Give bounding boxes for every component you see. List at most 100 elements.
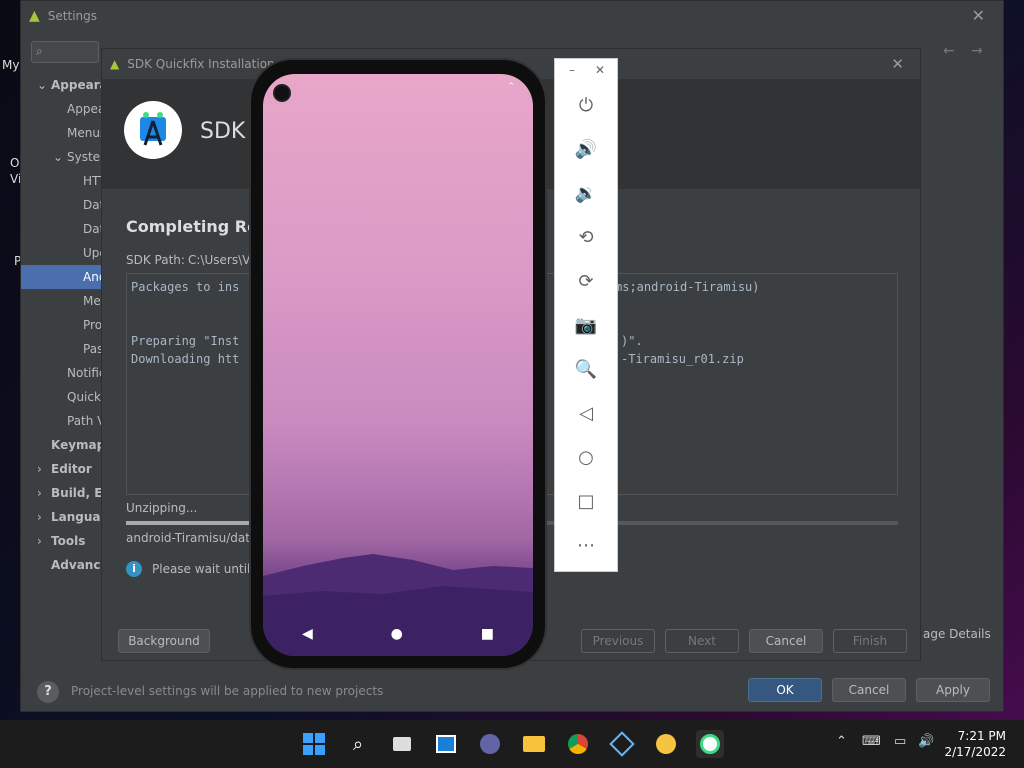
- back-arrow-icon[interactable]: ←: [943, 43, 955, 59]
- status-text: Unzipping...: [126, 501, 198, 515]
- chevron-up-icon[interactable]: ⌃: [836, 734, 847, 749]
- close-icon[interactable]: ✕: [595, 63, 605, 77]
- progress-fill: [126, 521, 250, 525]
- desktop-label: My: [2, 58, 20, 72]
- sidebar-item[interactable]: Appearan: [51, 73, 103, 97]
- status-indicator: ⌃: [507, 82, 515, 92]
- sidebar-item[interactable]: Quick l: [67, 385, 103, 409]
- close-icon[interactable]: ✕: [891, 55, 904, 73]
- sidebar-item[interactable]: Language: [51, 505, 103, 529]
- search-icon: ⌕: [36, 44, 43, 58]
- sidebar-item[interactable]: Notific: [67, 361, 103, 385]
- sidebar-item[interactable]: Pro: [83, 313, 103, 337]
- keyboard-icon[interactable]: ⌨: [862, 734, 881, 749]
- cancel-button[interactable]: Cancel: [749, 629, 823, 653]
- log-line: Downloading htt: [131, 352, 240, 366]
- phone-screen[interactable]: ⌃ ◀ ● ■: [263, 74, 533, 656]
- expand-chevron-icon[interactable]: ›: [37, 457, 49, 481]
- taskbar: ⌕ ⌃ ⌨ ▭ 🔊 7:21 PM 2/17/2022: [0, 720, 1024, 768]
- file-explorer-icon[interactable]: [520, 730, 548, 758]
- current-file: android-Tiramisu/data/: [126, 531, 262, 545]
- nav-recents-icon[interactable]: ■: [481, 626, 494, 642]
- sidebar-item[interactable]: Keymap: [51, 433, 103, 457]
- log-line: -Tiramisu_r01.zip: [621, 352, 744, 366]
- log-line: Packages to ins: [131, 280, 240, 294]
- sidebar-item[interactable]: Menus: [67, 121, 103, 145]
- sidebar-item[interactable]: Upd: [83, 241, 103, 265]
- search-input[interactable]: ⌕: [31, 41, 99, 63]
- expand-chevron-icon[interactable]: ⌄: [37, 73, 49, 97]
- dialog-title: SDK Quickfix Installation: [127, 57, 275, 71]
- minimize-icon[interactable]: –: [569, 63, 575, 77]
- chrome-icon[interactable]: [564, 730, 592, 758]
- forward-arrow-icon[interactable]: →: [971, 43, 983, 59]
- cancel-button[interactable]: Cancel: [832, 678, 906, 702]
- next-button[interactable]: Next: [665, 629, 739, 653]
- expand-chevron-icon[interactable]: ›: [37, 481, 49, 505]
- footer-text: Project-level settings will be applied t…: [71, 684, 384, 698]
- sidebar-item[interactable]: Advanced: [51, 553, 103, 577]
- widgets-icon[interactable]: [432, 730, 460, 758]
- sidebar-item[interactable]: Tools: [51, 529, 103, 553]
- rotate-right-icon[interactable]: ⟳: [555, 263, 617, 299]
- camera-icon[interactable]: 📷: [555, 307, 617, 343]
- android-studio-logo: [124, 101, 182, 159]
- android-studio-taskbar-icon[interactable]: [696, 730, 724, 758]
- sidebar-item[interactable]: Path Va: [67, 409, 103, 433]
- sdk-path-label: SDK Path:: [126, 253, 185, 267]
- log-line: Preparing "Inst: [131, 334, 240, 348]
- sidebar-item[interactable]: System: [67, 145, 103, 169]
- sidebar-item[interactable]: Date: [83, 217, 103, 241]
- zoom-icon[interactable]: 🔍: [555, 351, 617, 387]
- nav-back-icon[interactable]: ◀: [302, 626, 313, 642]
- expand-chevron-icon[interactable]: ›: [37, 529, 49, 553]
- banner-title: SDK: [200, 119, 246, 144]
- emulator-controls: – ✕ ⏻ 🔊 🔉 ⟲ ⟳ 📷 🔍 ◁ ○ □ ⋯: [554, 58, 618, 572]
- sidebar-item[interactable]: And: [21, 265, 103, 289]
- virtualbox-icon[interactable]: [608, 730, 636, 758]
- sidebar-item[interactable]: Appear: [67, 97, 103, 121]
- help-icon[interactable]: ?: [37, 681, 59, 703]
- sidebar-item[interactable]: Mem: [83, 289, 103, 313]
- dialog-heading: Completing Req: [126, 217, 270, 236]
- emulator-phone[interactable]: ⌃ ◀ ● ■: [249, 58, 547, 670]
- windows-start-icon[interactable]: [300, 730, 328, 758]
- android-studio-icon: ▲: [29, 8, 40, 24]
- volume-up-icon[interactable]: 🔊: [555, 131, 617, 167]
- teams-chat-icon[interactable]: [476, 730, 504, 758]
- previous-button[interactable]: Previous: [581, 629, 655, 653]
- sidebar-item[interactable]: Build, Exe: [51, 481, 103, 505]
- task-view-icon[interactable]: [388, 730, 416, 758]
- wsl-icon[interactable]: [652, 730, 680, 758]
- sidebar-item[interactable]: Data: [83, 193, 103, 217]
- sidebar-item[interactable]: Pas: [83, 337, 103, 361]
- expand-chevron-icon[interactable]: ⌄: [53, 145, 65, 169]
- clock[interactable]: 7:21 PM 2/17/2022: [944, 728, 1006, 760]
- back-icon[interactable]: ◁: [555, 395, 617, 431]
- apply-button[interactable]: Apply: [916, 678, 990, 702]
- background-button[interactable]: Background: [118, 629, 210, 653]
- info-icon: i: [126, 561, 142, 577]
- rotate-left-icon[interactable]: ⟲: [555, 219, 617, 255]
- overview-icon[interactable]: □: [555, 483, 617, 519]
- desktop-label: O: [10, 156, 20, 170]
- volume-icon[interactable]: 🔊: [918, 734, 934, 749]
- time: 7:21 PM: [957, 729, 1006, 743]
- sidebar-item[interactable]: HTT: [83, 169, 103, 193]
- search-icon[interactable]: ⌕: [344, 730, 372, 758]
- nav-home-icon[interactable]: ●: [391, 626, 403, 642]
- sidebar-item[interactable]: Editor: [51, 457, 103, 481]
- volume-down-icon[interactable]: 🔉: [555, 175, 617, 211]
- power-icon[interactable]: ⏻: [555, 87, 617, 123]
- home-icon[interactable]: ○: [555, 439, 617, 475]
- log-line: )".: [621, 334, 643, 348]
- package-details-checkbox[interactable]: age Details: [923, 627, 991, 641]
- finish-button[interactable]: Finish: [833, 629, 907, 653]
- close-icon[interactable]: ✕: [972, 6, 985, 25]
- date: 2/17/2022: [944, 745, 1006, 759]
- more-icon[interactable]: ⋯: [555, 527, 617, 563]
- network-icon[interactable]: ▭: [894, 734, 906, 749]
- front-camera: [273, 84, 291, 102]
- ok-button[interactable]: OK: [748, 678, 822, 702]
- expand-chevron-icon[interactable]: ›: [37, 505, 49, 529]
